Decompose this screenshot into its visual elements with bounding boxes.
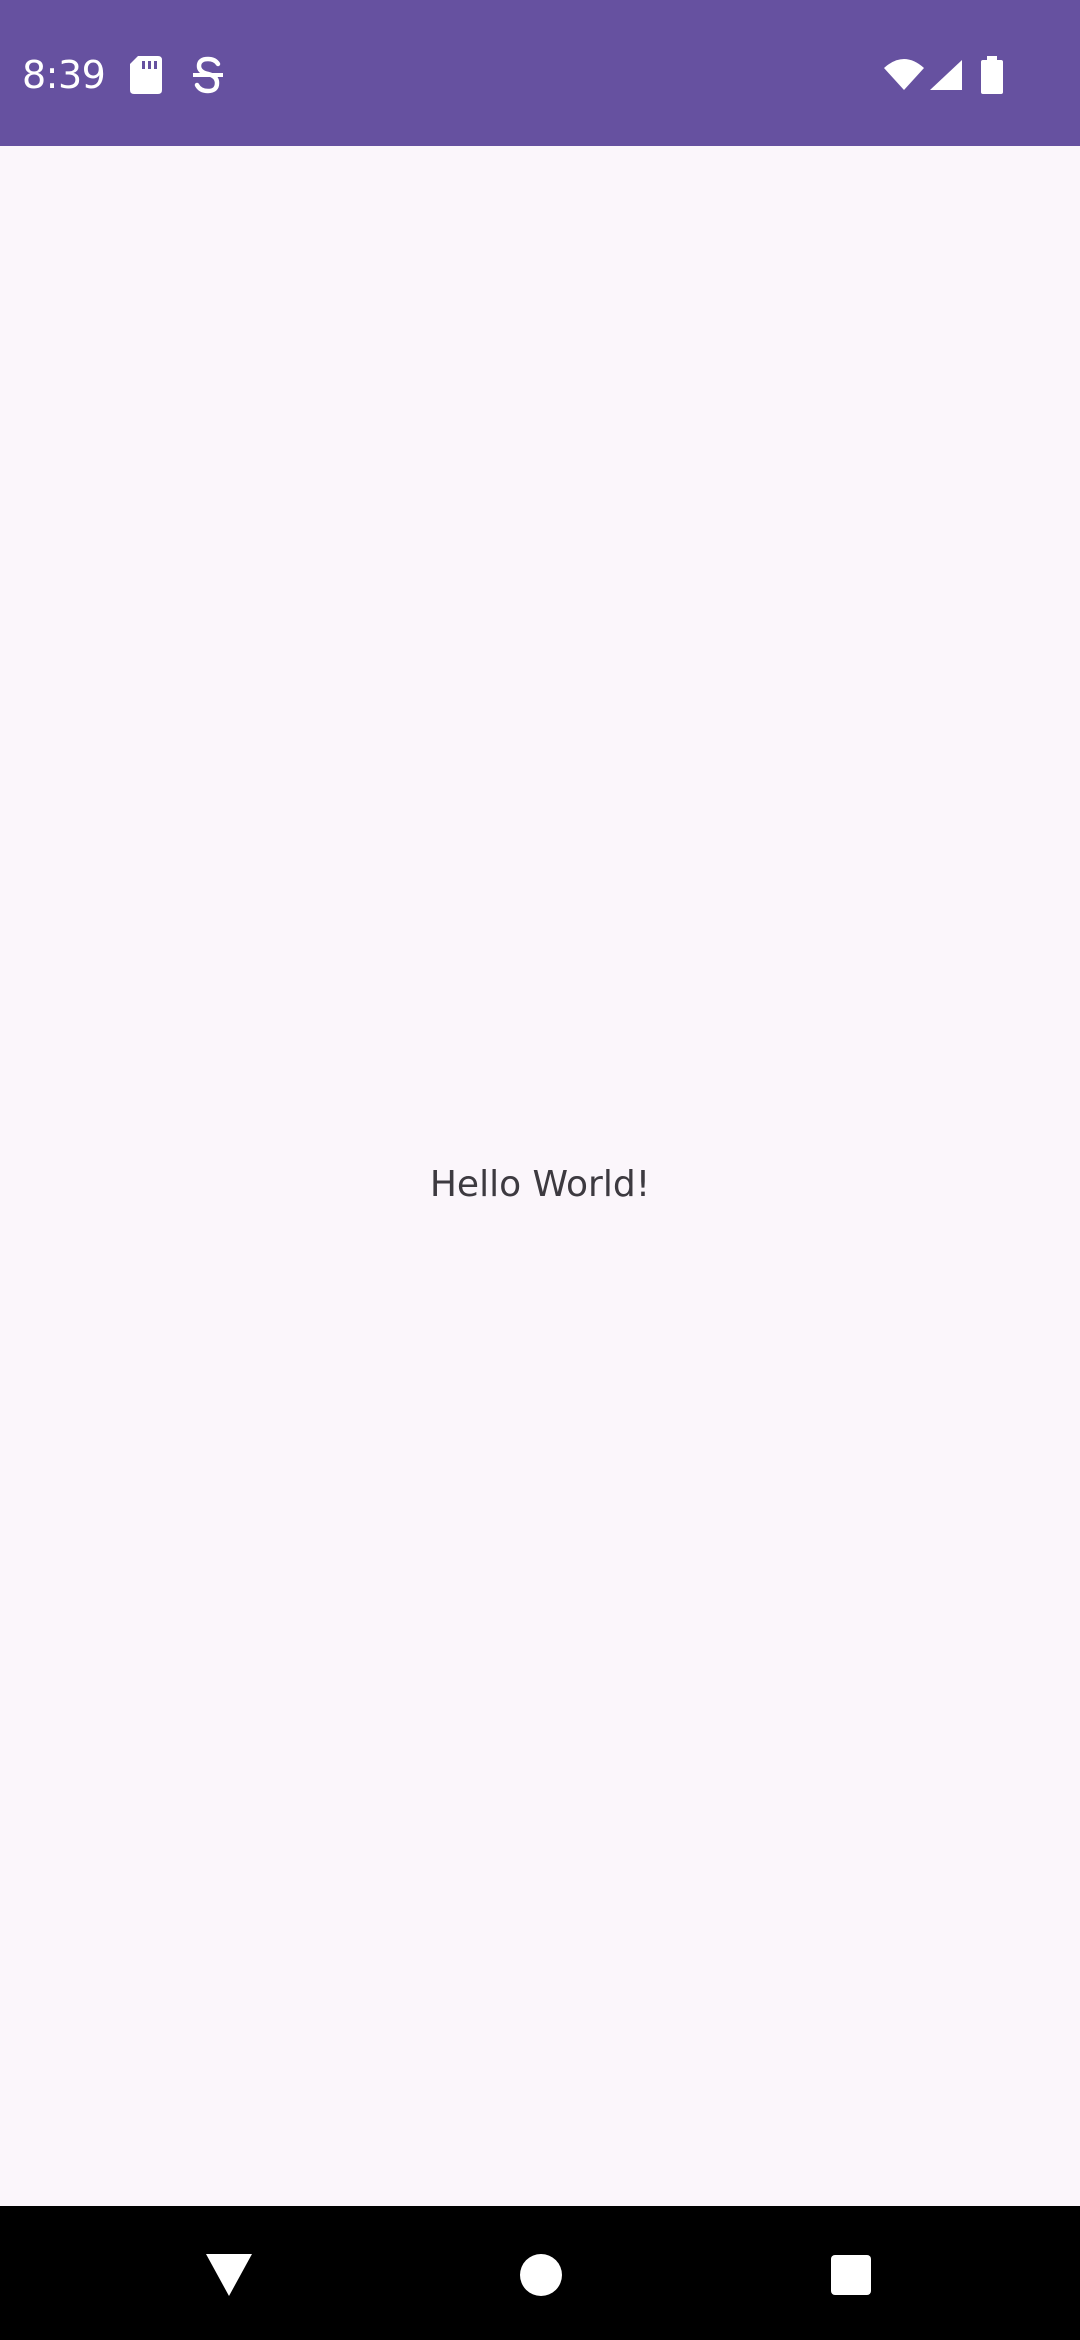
status-bar: 8:39 bbox=[0, 0, 1080, 146]
wifi-icon bbox=[884, 59, 924, 90]
s-notification-icon bbox=[193, 56, 223, 94]
recents-icon[interactable] bbox=[828, 2252, 874, 2298]
status-time: 8:39 bbox=[22, 53, 106, 97]
back-icon[interactable] bbox=[204, 2252, 254, 2298]
main-content: Hello World! bbox=[0, 146, 1080, 2206]
hello-world-text: Hello World! bbox=[429, 1164, 651, 1205]
home-icon[interactable] bbox=[518, 2252, 564, 2298]
navigation-bar bbox=[0, 2206, 1080, 2340]
sd-card-icon bbox=[130, 56, 162, 94]
cell-signal-icon bbox=[930, 60, 962, 90]
battery-icon bbox=[981, 56, 1003, 94]
